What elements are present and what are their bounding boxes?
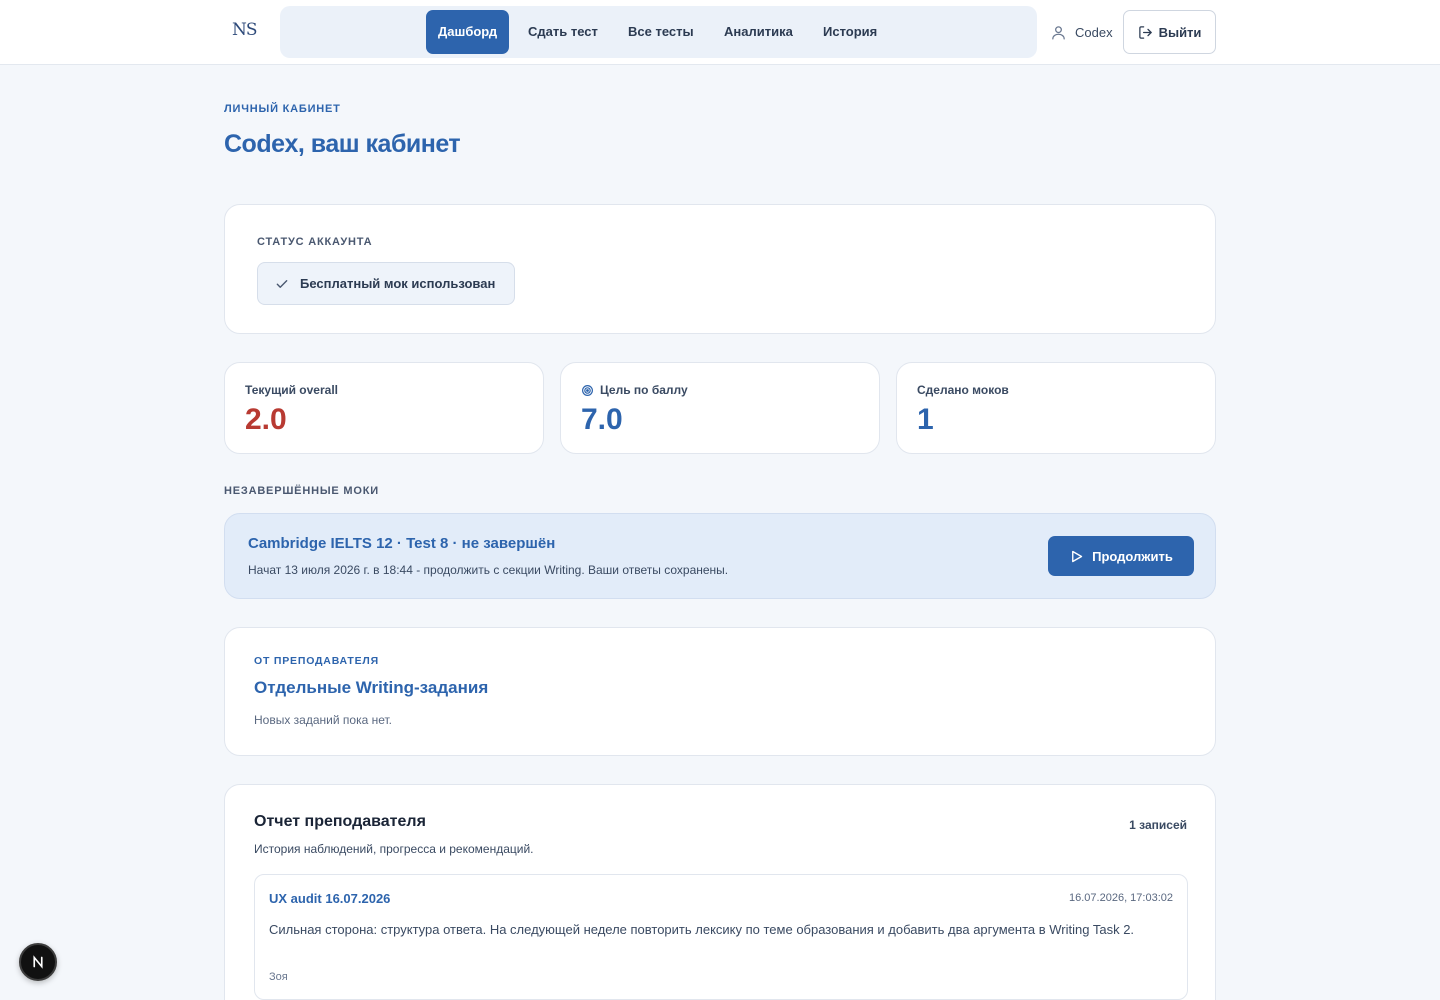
n-logo-icon <box>33 955 43 969</box>
nav-all-tests[interactable]: Все тесты <box>616 10 706 54</box>
stat-label: Сделано моков <box>917 383 1009 397</box>
teacher-report-card: Отчет преподавателя 1 записей История на… <box>224 784 1216 1000</box>
nav-history[interactable]: История <box>811 10 889 54</box>
stat-label: Текущий overall <box>245 383 338 397</box>
report-entry-body: Сильная сторона: структура ответа. На сл… <box>269 922 1135 937</box>
page-eyebrow: ЛИЧНЫЙ КАБИНЕТ <box>224 103 341 115</box>
incomplete-mock-title: Cambridge IELTS 12 · Test 8 · не завершё… <box>248 535 556 552</box>
teacher-report-subtitle: История наблюдений, прогресса и рекоменд… <box>254 842 534 856</box>
account-status-badge: Бесплатный мок использован <box>257 262 515 305</box>
nav-analytics[interactable]: Аналитика <box>712 10 805 54</box>
stat-value: 2.0 <box>245 403 287 436</box>
nav-dashboard[interactable]: Дашборд <box>426 10 510 54</box>
user-profile[interactable]: Codex <box>1050 22 1113 42</box>
teacher-tasks-title: Отдельные Writing-задания <box>254 678 489 697</box>
check-icon <box>276 279 288 288</box>
play-icon <box>1072 550 1083 562</box>
nav-take-test[interactable]: Сдать тест <box>516 10 610 54</box>
next-dev-badge[interactable] <box>19 943 57 981</box>
account-status-text: Бесплатный мок использован <box>300 276 496 291</box>
continue-label: Продолжить <box>1092 548 1173 564</box>
stat-mocks-done: Сделано моков 1 <box>896 362 1216 454</box>
incomplete-mocks-eyebrow: НЕЗАВЕРШЁННЫЕ МОКИ <box>224 485 379 497</box>
username: Codex <box>1075 24 1113 40</box>
report-entry-title: UX audit 16.07.2026 <box>269 891 391 906</box>
stat-value: 1 <box>917 403 934 436</box>
incomplete-mock-subtitle: Начат 13 июля 2026 г. в 18:44 - продолжи… <box>248 563 729 577</box>
user-icon <box>1052 25 1065 40</box>
teacher-report-count: 1 записей <box>1129 818 1187 832</box>
stat-label-row: Цель по баллу <box>581 383 688 397</box>
logout-label: Выйти <box>1158 24 1202 40</box>
continue-button[interactable]: Продолжить <box>1048 536 1194 576</box>
report-entry: UX audit 16.07.2026 16.07.2026, 17:03:02… <box>254 874 1188 1000</box>
incomplete-mock-card: Cambridge IELTS 12 · Test 8 · не завершё… <box>224 513 1216 599</box>
target-icon <box>582 384 593 396</box>
logout-button[interactable]: Выйти <box>1123 10 1216 54</box>
account-status-eyebrow: СТАТУС АККАУНТА <box>257 236 373 248</box>
top-bar: NS Дашборд Сдать тест Все тесты Аналитик… <box>0 0 1440 65</box>
account-status-card: СТАТУС АККАУНТА Бесплатный мок использов… <box>224 204 1216 334</box>
teacher-report-title: Отчет преподавателя <box>254 813 426 830</box>
teacher-tasks-card: ОТ ПРЕПОДАВАТЕЛЯ Отдельные Writing-задан… <box>224 627 1216 756</box>
page-title: Codex, ваш кабинет <box>224 130 461 158</box>
logout-icon <box>1138 25 1152 39</box>
stat-label: Цель по баллу <box>600 383 688 397</box>
main-nav: Дашборд Сдать тест Все тесты Аналитика И… <box>280 6 1037 58</box>
teacher-tasks-eyebrow: ОТ ПРЕПОДАВАТЕЛЯ <box>254 655 379 667</box>
stat-value: 7.0 <box>581 403 623 436</box>
stat-target-score: Цель по баллу 7.0 <box>560 362 880 454</box>
report-entry-date: 16.07.2026, 17:03:02 <box>1069 892 1173 904</box>
teacher-tasks-empty: Новых заданий пока нет. <box>254 713 392 727</box>
stat-current-overall: Текущий overall 2.0 <box>224 362 544 454</box>
report-entry-author: Зоя <box>269 971 288 983</box>
logo[interactable]: NS <box>232 20 262 44</box>
